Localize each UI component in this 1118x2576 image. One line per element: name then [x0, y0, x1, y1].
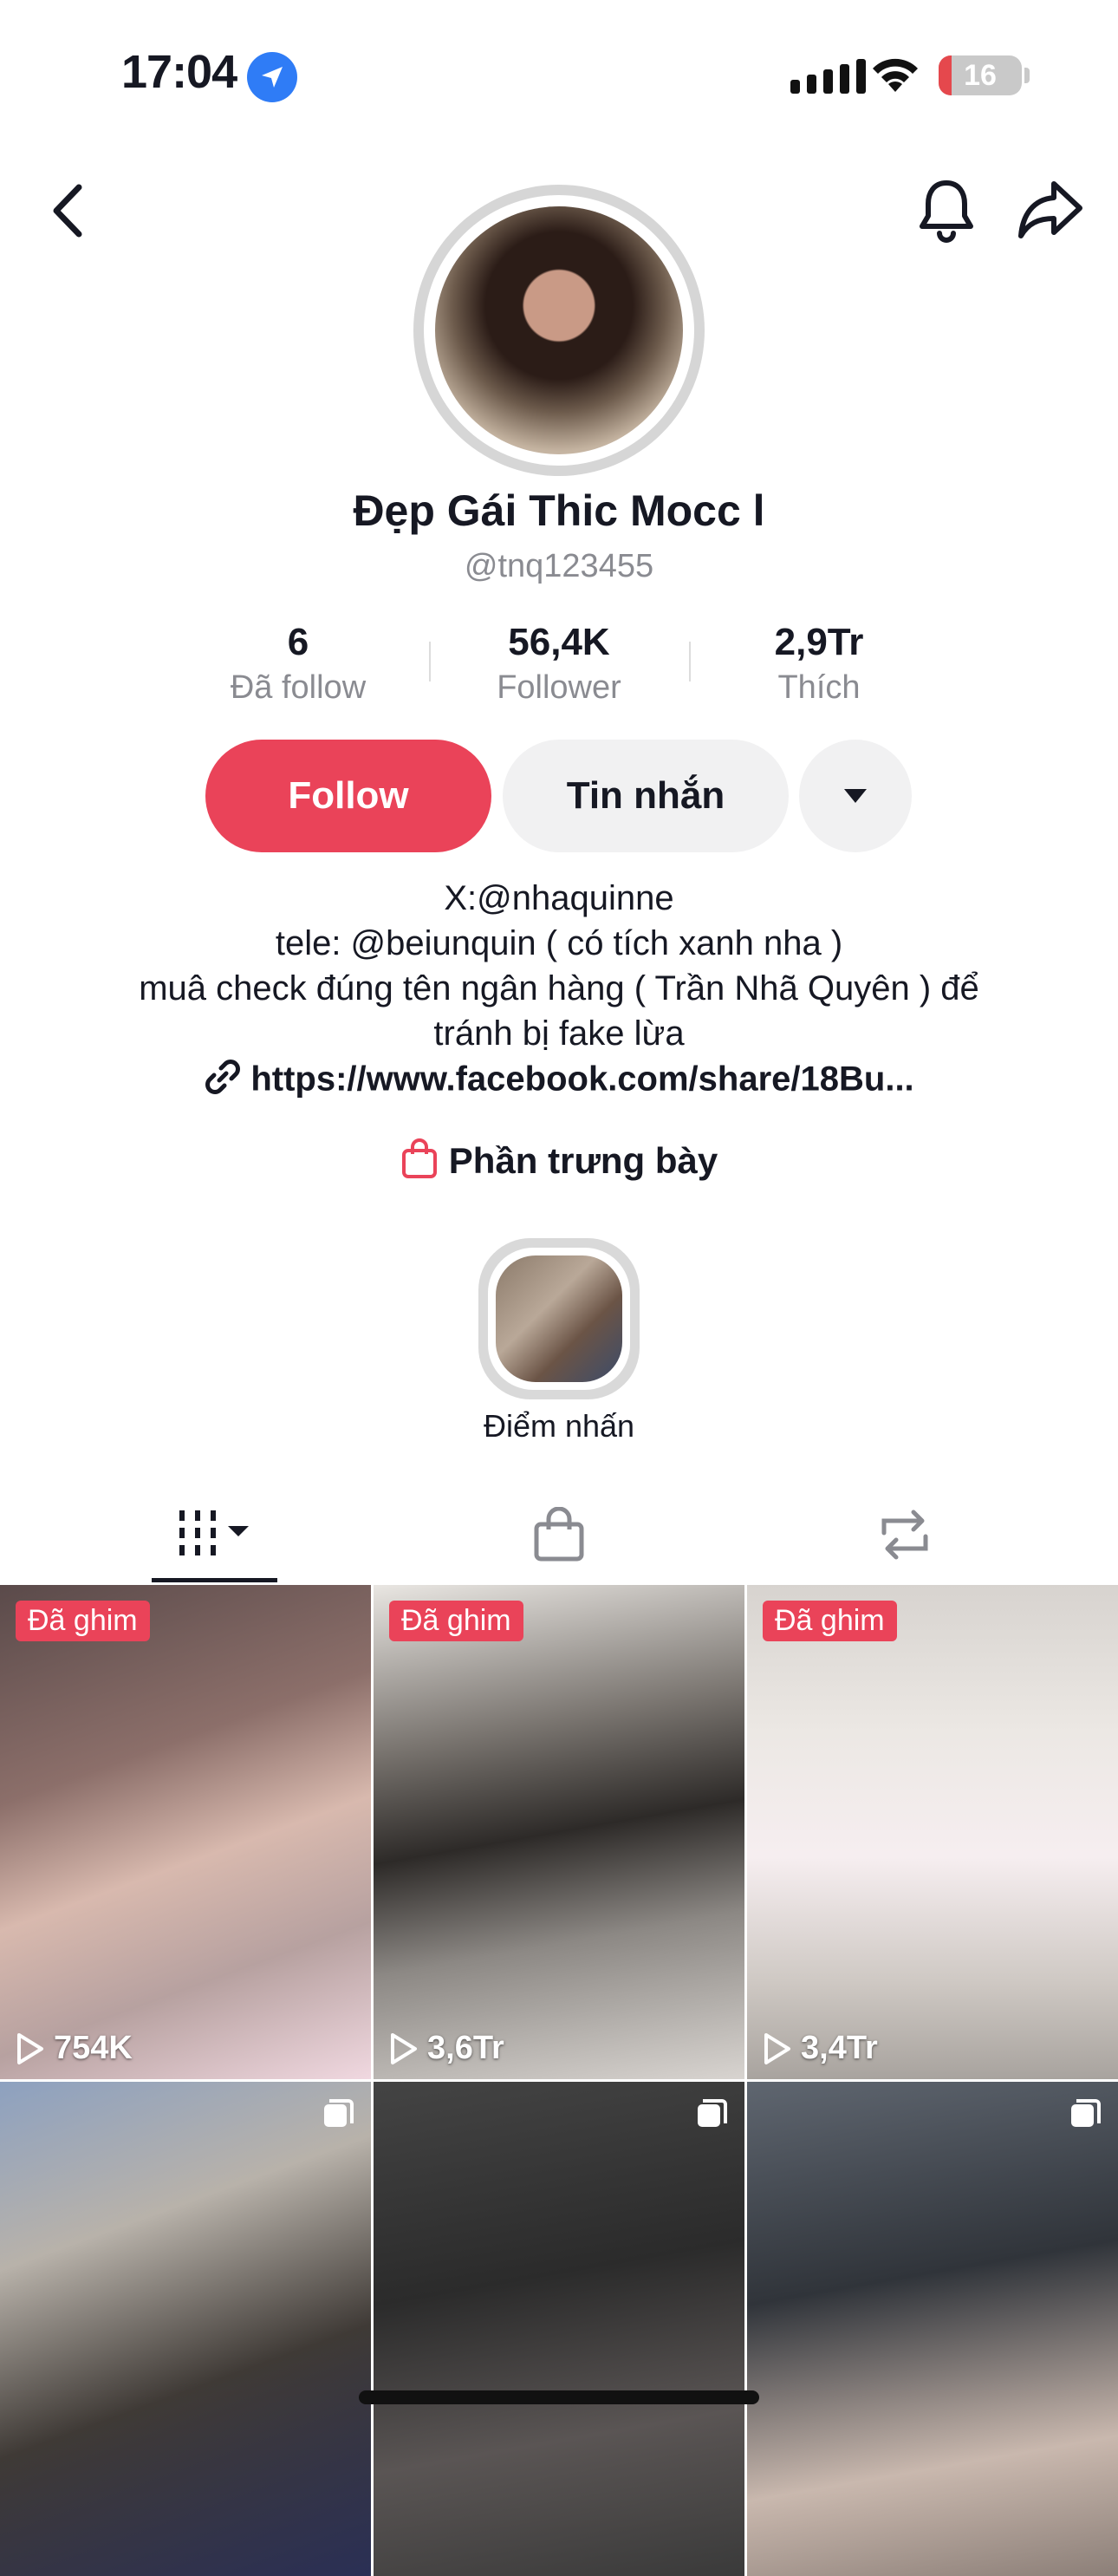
- stat-value: 56,4K: [508, 621, 610, 663]
- showcase-label: Phần trưng bày: [448, 1140, 718, 1182]
- stat-likes[interactable]: 2,9Tr Thích: [715, 621, 923, 707]
- video-thumbnail[interactable]: Đã ghim 3,6Tr: [374, 1585, 744, 2079]
- pinned-badge: Đã ghim: [389, 1601, 523, 1641]
- location-arrow-icon: [247, 52, 297, 102]
- avatar[interactable]: [435, 206, 683, 454]
- view-count-text: 3,4Tr: [801, 2030, 878, 2066]
- display-name: Đẹp Gái Thic Mocc l: [353, 486, 765, 535]
- highlight-thumbnail[interactable]: [496, 1255, 622, 1382]
- more-dropdown-button[interactable]: [799, 740, 912, 852]
- multi-image-icon: [1071, 2099, 1101, 2127]
- bio-link-text: https://www.facebook.com/share/18Bu...: [250, 1060, 914, 1099]
- play-icon: [391, 2032, 417, 2064]
- view-count-text: 3,6Tr: [427, 2030, 504, 2066]
- stat-label: Follower: [497, 669, 621, 706]
- stat-following[interactable]: 6 Đã follow: [194, 621, 402, 707]
- battery-tip: [1024, 68, 1030, 83]
- bio-link[interactable]: https://www.facebook.com/share/18Bu...: [0, 1058, 1118, 1105]
- link-icon: [204, 1058, 242, 1105]
- showcase-link[interactable]: Phần trưng bày: [0, 1138, 1118, 1189]
- videos-grid-tab-icon[interactable]: [178, 1509, 256, 1565]
- play-icon: [764, 2032, 790, 2064]
- pinned-badge: Đã ghim: [16, 1601, 150, 1641]
- bio-line: tránh bị fake lừa: [433, 1014, 685, 1053]
- home-indicator: [359, 2390, 759, 2404]
- bell-icon[interactable]: [916, 178, 977, 248]
- message-button[interactable]: Tin nhắn: [503, 740, 789, 852]
- stat-divider: [429, 642, 431, 681]
- status-time: 17:04: [121, 46, 237, 98]
- pinned-badge: Đã ghim: [763, 1601, 897, 1641]
- stat-label: Thích: [777, 669, 861, 706]
- active-tab-indicator: [152, 1578, 277, 1582]
- share-icon[interactable]: [1016, 179, 1085, 245]
- shop-tab-icon[interactable]: [532, 1506, 586, 1567]
- battery-icon: 16: [939, 55, 1022, 95]
- bio-line: muâ check đúng tên ngân hàng ( Trần Nhã …: [139, 969, 979, 1008]
- view-count: 3,6Tr: [389, 2030, 504, 2067]
- username: @tnq123455: [464, 548, 654, 584]
- back-icon[interactable]: [48, 180, 91, 245]
- highlight-label: Điểm nhấn: [483, 1408, 635, 1444]
- wifi-icon: [869, 54, 921, 98]
- video-thumbnail[interactable]: [0, 2082, 371, 2576]
- follow-button[interactable]: Follow: [205, 740, 491, 852]
- video-thumbnail[interactable]: [747, 2082, 1118, 2576]
- multi-image-icon: [698, 2099, 727, 2127]
- view-count: 754K: [16, 2030, 133, 2067]
- bio-line: tele: @beiunquin ( có tích xanh nha ): [275, 924, 843, 962]
- stat-value: 2,9Tr: [774, 621, 864, 663]
- stat-followers[interactable]: 56,4K Follower: [455, 621, 663, 707]
- caret-down-icon: [844, 789, 867, 803]
- battery-level: 16: [964, 59, 997, 92]
- stat-value: 6: [287, 621, 309, 663]
- play-icon: [17, 2032, 43, 2064]
- bio-line: X:@nhaquinne: [444, 879, 674, 917]
- cellular-signal-icon: [790, 59, 866, 94]
- video-thumbnail[interactable]: Đã ghim 754K: [0, 1585, 371, 2079]
- shopping-bag-icon: [400, 1138, 439, 1189]
- stat-divider: [689, 642, 691, 681]
- stat-label: Đã follow: [230, 669, 367, 706]
- video-thumbnail[interactable]: Đã ghim 3,4Tr: [747, 1585, 1118, 2079]
- multi-image-icon: [324, 2099, 354, 2127]
- view-count: 3,4Tr: [763, 2030, 878, 2067]
- video-thumbnail[interactable]: [374, 2082, 744, 2576]
- view-count-text: 754K: [54, 2030, 133, 2066]
- repost-tab-icon[interactable]: [875, 1507, 934, 1567]
